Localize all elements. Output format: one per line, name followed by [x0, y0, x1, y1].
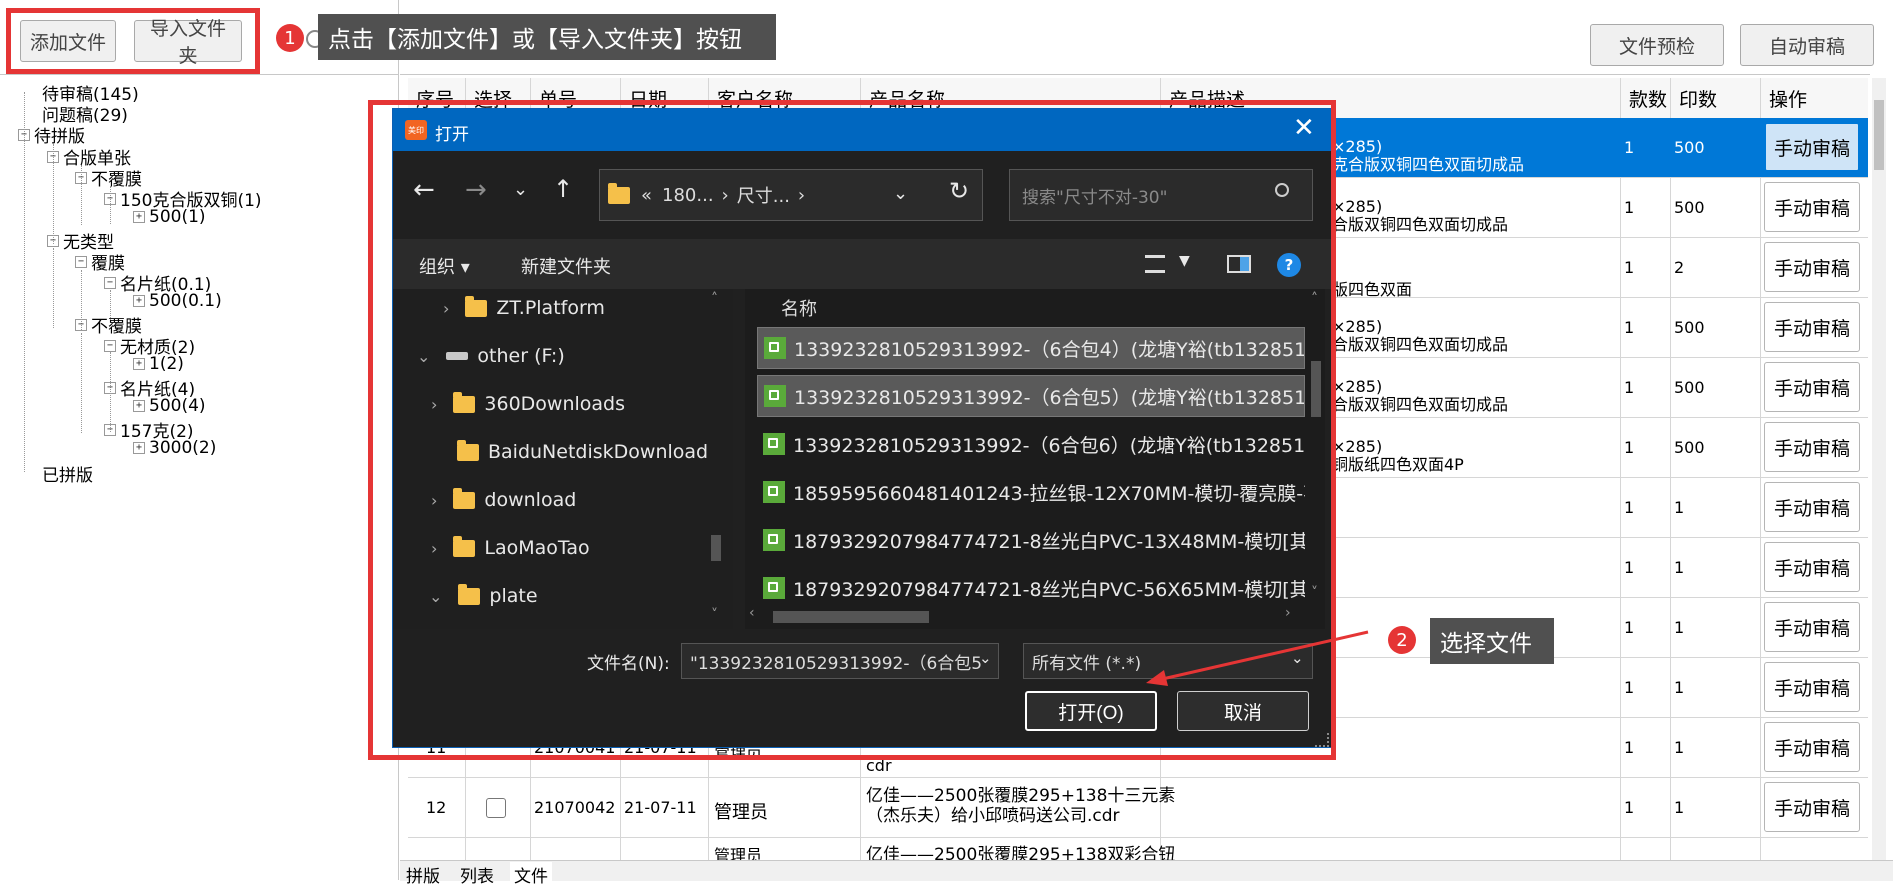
row-desc: ×285) 合版双铜四色双面切成品: [1332, 377, 1509, 414]
col-header-count[interactable]: 款数: [1621, 78, 1670, 118]
row-qty: 2: [1674, 258, 1685, 277]
collapse-icon[interactable]: −: [104, 381, 116, 394]
col-header-qty[interactable]: 印数: [1671, 78, 1760, 118]
row-qty: 1: [1674, 738, 1685, 757]
tree-item-imposed[interactable]: 已拼版: [42, 461, 93, 486]
col-header-action[interactable]: 操作: [1761, 78, 1868, 118]
row-date: 21-07-11: [624, 798, 697, 817]
row-desc: ×285) 合版双铜四色双面切成品: [1332, 317, 1509, 354]
expand-icon[interactable]: +: [133, 358, 145, 370]
row-desc: ×285) 克合版双铜四色双面切成品: [1332, 137, 1525, 174]
collapse-icon[interactable]: −: [104, 192, 116, 205]
row-qty: 500: [1674, 438, 1705, 457]
row-qty: 500: [1674, 198, 1705, 217]
row-product: 亿佳——2500张覆膜295+138双彩合钮: [866, 845, 1176, 860]
highlight-toolbar-buttons: [6, 8, 260, 74]
row-count: 1: [1624, 798, 1635, 817]
row-qty: 1: [1674, 678, 1685, 697]
collapse-icon[interactable]: −: [75, 318, 87, 331]
row-qty: 500: [1674, 318, 1705, 337]
row-customer: 管理员: [714, 846, 763, 860]
row-qty: 500: [1674, 138, 1705, 157]
preflight-button[interactable]: 文件预检: [1590, 24, 1724, 66]
row-no: 12: [426, 798, 447, 817]
manual-review-button[interactable]: 手动审稿: [1764, 602, 1860, 652]
tab-file[interactable]: 文件: [510, 862, 552, 887]
row-qty: 500: [1674, 378, 1705, 397]
manual-review-button[interactable]: 手动审稿: [1764, 542, 1860, 592]
row-qty: 1: [1674, 618, 1685, 637]
auto-review-button[interactable]: 自动审稿: [1740, 24, 1874, 66]
step2-badge: 2: [1388, 626, 1416, 654]
collapse-icon[interactable]: −: [18, 128, 30, 141]
row-checkbox[interactable]: [486, 798, 506, 818]
step1-badge: 1: [276, 24, 304, 52]
table-row[interactable]: 12 21070042 21-07-11 管理员 亿佳——2500张覆膜295+…: [408, 778, 1868, 838]
expand-icon[interactable]: +: [133, 442, 145, 454]
table-scrollbar[interactable]: [1872, 78, 1886, 860]
step1-callout: 点击【添加文件】或【导入文件夹】按钮: [318, 14, 776, 60]
row-desc: ×285) 合版双铜四色双面切成品: [1332, 197, 1509, 234]
tree-item-3000-2[interactable]: +3000(2): [133, 438, 216, 458]
manual-review-button[interactable]: 手动审稿: [1764, 662, 1860, 712]
collapse-icon[interactable]: −: [47, 150, 59, 163]
row-desc: 版四色双面: [1332, 280, 1413, 299]
row-count: 1: [1624, 438, 1635, 457]
row-order: 21070042: [534, 798, 616, 817]
row-count: 1: [1624, 618, 1635, 637]
row-desc: ×285) 铜版纸四色双面4P: [1332, 437, 1464, 474]
step2-callout: 选择文件: [1430, 618, 1554, 664]
row-count: 1: [1624, 258, 1635, 277]
row-qty: 1: [1674, 798, 1685, 817]
manual-review-button[interactable]: 手动审稿: [1764, 182, 1860, 232]
row-count: 1: [1624, 318, 1635, 337]
row-count: 1: [1624, 678, 1635, 697]
row-count: 1: [1624, 198, 1635, 217]
manual-review-button[interactable]: 手动审稿: [1764, 302, 1860, 352]
row-qty: 1: [1674, 498, 1685, 517]
tree-item-500-4[interactable]: +500(4): [133, 396, 206, 416]
manual-review-button[interactable]: 手动审稿: [1764, 122, 1860, 172]
expand-icon[interactable]: +: [133, 295, 145, 307]
bottom-tabs: [400, 860, 1893, 881]
step2-arrow: [1146, 630, 1369, 686]
tree-item-500-01[interactable]: +500(0.1): [133, 291, 222, 311]
row-qty: 1: [1674, 558, 1685, 577]
collapse-icon[interactable]: −: [47, 234, 59, 247]
row-product: 亿佳——2500张覆膜295+138十三元素 （杰乐夫）给小邱喷码送公司.cdr: [866, 786, 1176, 826]
tree-item-1-2[interactable]: +1(2): [133, 354, 184, 374]
tab-list[interactable]: 列表: [460, 862, 494, 887]
manual-review-button[interactable]: 手动审稿: [1764, 422, 1860, 472]
row-count: 1: [1624, 138, 1635, 157]
manual-review-button[interactable]: 手动审稿: [1764, 482, 1860, 532]
collapse-icon[interactable]: −: [104, 339, 116, 352]
row-customer: 管理员: [714, 802, 768, 823]
collapse-icon[interactable]: −: [75, 255, 87, 268]
expand-icon[interactable]: +: [133, 211, 145, 223]
row-count: 1: [1624, 378, 1635, 397]
manual-review-button[interactable]: 手动审稿: [1764, 242, 1860, 292]
row-count: 1: [1624, 498, 1635, 517]
row-count: 1: [1624, 738, 1635, 757]
scrollbar-thumb[interactable]: [1874, 100, 1884, 170]
collapse-icon[interactable]: −: [75, 171, 87, 184]
collapse-icon[interactable]: −: [104, 423, 116, 436]
manual-review-button[interactable]: 手动审稿: [1764, 362, 1860, 412]
collapse-icon[interactable]: −: [104, 276, 116, 289]
table-row[interactable]: 管理员 亿佳——2500张覆膜295+138双彩合钮: [408, 838, 1868, 860]
manual-review-button[interactable]: 手动审稿: [1764, 782, 1860, 832]
tree-item-500-1[interactable]: +500(1): [133, 207, 206, 227]
tab-imposition[interactable]: 拼版: [406, 862, 440, 887]
row-count: 1: [1624, 558, 1635, 577]
manual-review-button[interactable]: 手动审稿: [1764, 722, 1860, 772]
toolbar-divider: [0, 74, 398, 75]
expand-icon[interactable]: +: [133, 400, 145, 412]
